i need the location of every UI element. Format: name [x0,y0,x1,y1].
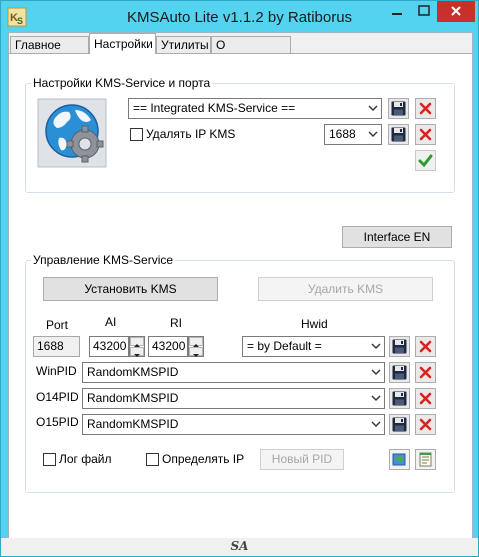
winpid-value: RandomKMSPID [87,365,179,379]
o15pid-value: RandomKMSPID [87,417,179,431]
chevron-down-icon [134,354,140,357]
delete-winpid-button[interactable] [415,362,436,383]
export-settings-button[interactable] [389,449,410,470]
ri-header: RI [170,316,182,330]
notepad-icon [419,452,432,467]
chevron-down-icon [368,389,384,408]
maximize-button[interactable] [411,1,437,22]
tab-about[interactable]: О Программе [211,36,291,69]
client-area: Главное окно Настройки Утилиты О Програм… [8,32,473,540]
maximize-icon [418,5,430,16]
winpid-select[interactable]: RandomKMSPID [82,362,385,383]
red-x-icon [418,417,433,432]
chevron-down-icon [193,354,199,357]
export-icon [392,453,406,466]
ai-spin-up[interactable] [130,337,144,347]
detect-ip-label: Определять IP [162,452,245,466]
red-x-icon [418,339,433,354]
delete-hwid-button[interactable] [415,336,436,357]
port-field[interactable]: 1688 [33,336,80,357]
chevron-down-icon [365,99,381,118]
minimize-icon [392,13,402,15]
group-title: Настройки KMS-Service и порта [31,76,213,90]
save-o15pid-button[interactable] [389,414,410,435]
ri-spin-down[interactable] [189,347,203,357]
delete-ip-label: Удалять IP KMS [146,127,236,141]
ri-spinner[interactable] [188,336,204,357]
log-file-checkbox[interactable] [43,453,56,466]
red-x-icon [418,391,433,406]
save-hwid-button[interactable] [389,336,410,357]
pid-label: WinPID [36,364,77,378]
floppy-disk-icon [392,417,407,432]
delete-service-button[interactable] [415,98,436,119]
delete-ip-checkbox[interactable] [130,128,143,141]
kms-service-select[interactable]: == Integrated KMS-Service == [128,98,382,119]
ai-spin-down[interactable] [130,347,144,357]
detect-ip-checkbox[interactable] [146,453,159,466]
save-service-button[interactable] [388,98,409,119]
new-pid-button[interactable]: Новый PID [260,449,344,470]
floppy-disk-icon [391,127,406,142]
floppy-disk-icon [392,365,407,380]
save-port-button[interactable] [388,124,409,145]
ri-spin-up[interactable] [189,337,203,347]
ai-header: AI [105,315,117,329]
red-x-icon [418,127,433,142]
delete-o15pid-button[interactable] [415,414,436,435]
o14pid-value: RandomKMSPID [87,391,179,405]
hwid-select[interactable]: = by Default = [242,336,385,357]
kms-service-value: == Integrated KMS-Service == [133,101,296,115]
floppy-disk-icon [391,101,406,116]
o15pid-select[interactable]: RandomKMSPID [82,414,385,435]
kms-port-select[interactable]: 1688 [324,124,382,145]
tab-utilities[interactable]: Утилиты [156,36,211,53]
chevron-down-icon [368,337,384,356]
ai-field[interactable]: 43200 [89,336,129,357]
chevron-down-icon [368,415,384,434]
remove-kms-button[interactable]: Удалить KMS [258,277,433,301]
hwid-value: = by Default = [247,339,322,353]
group-title: Управление KMS-Service [31,253,176,267]
tab-label: Настройки [94,37,153,51]
title-bar[interactable]: K S KMSAuto Lite v1.1.2 by Ratiborus [1,1,478,32]
log-file-label: Лог файл [59,452,112,466]
tab-settings[interactable]: Настройки [89,33,156,54]
chevron-down-icon [365,125,381,144]
close-icon [451,6,461,16]
floppy-disk-icon [392,391,407,406]
chevron-down-icon [368,363,384,382]
app-window: K S KMSAuto Lite v1.1.2 by Ratiborus Гла… [0,0,479,557]
pid-label: O15PID [36,415,79,429]
globe-gear-icon [37,98,107,168]
apply-button[interactable] [415,150,436,171]
port-header: Port [46,318,69,332]
kms-port-value: 1688 [329,127,356,141]
import-settings-button[interactable] [415,449,436,470]
minimize-button[interactable] [383,1,411,22]
ai-spinner[interactable] [129,336,145,357]
red-x-icon [418,101,433,116]
o14pid-select[interactable]: RandomKMSPID [82,388,385,409]
ri-field[interactable]: 43200 [148,336,188,357]
pid-label: O14PID [36,390,79,404]
red-x-icon [418,365,433,380]
save-winpid-button[interactable] [389,362,410,383]
interface-language-button[interactable]: Interface EN [342,226,452,248]
delete-o14pid-button[interactable] [415,388,436,409]
delete-port-button[interactable] [415,124,436,145]
footer-signature: SA [230,539,249,553]
install-kms-button[interactable]: Установить KMS [43,277,218,301]
hwid-header: Hwid [301,317,328,331]
tab-label: Утилиты [161,38,209,52]
close-button[interactable] [437,1,475,22]
tab-main-window[interactable]: Главное окно [10,36,89,69]
green-checkmark-icon [418,154,433,168]
save-o14pid-button[interactable] [389,388,410,409]
floppy-disk-icon [392,339,407,354]
settings-panel: Настройки KMS-Service и порта == Integra… [9,53,472,539]
